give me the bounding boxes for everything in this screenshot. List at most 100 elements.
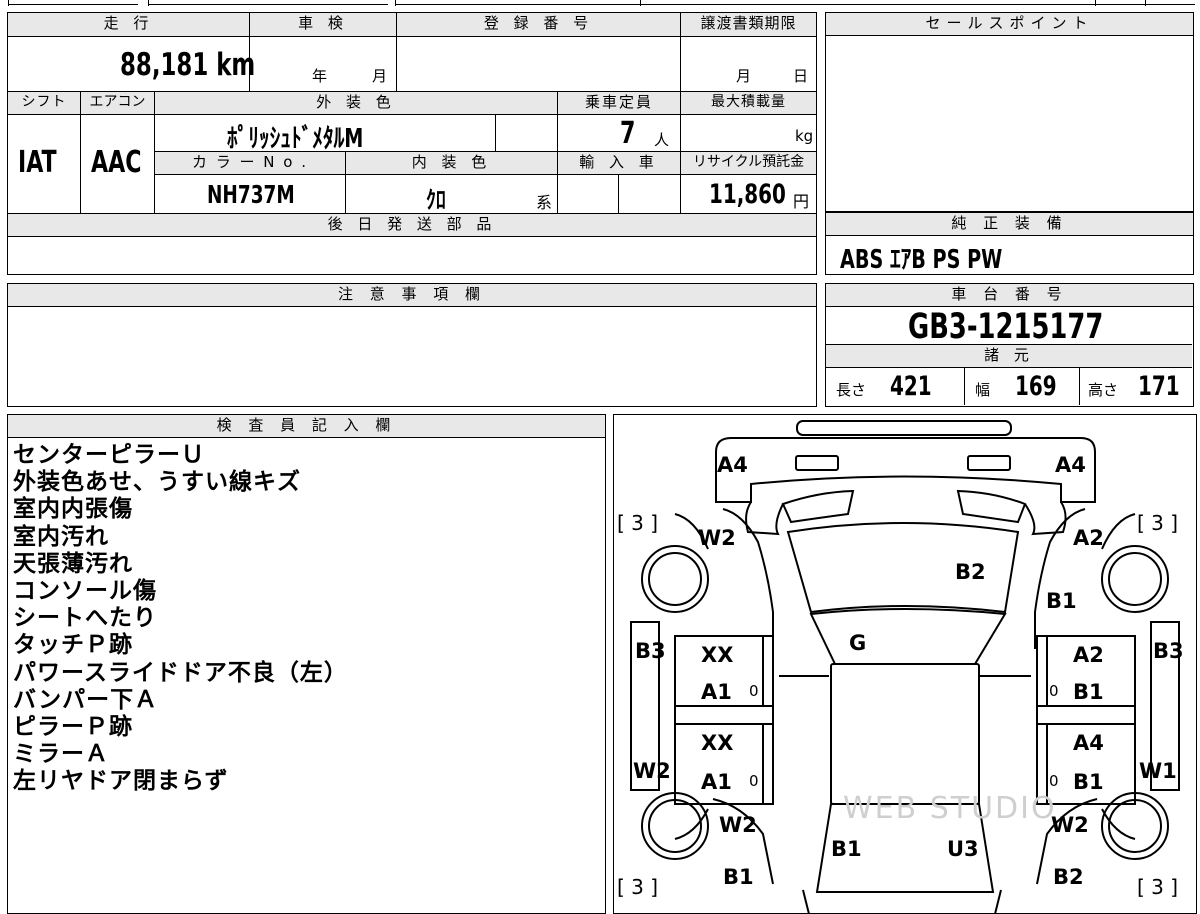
mark-w2-rear-left: W2 — [719, 813, 757, 837]
mark-w2-front-left: W2 — [698, 526, 736, 550]
recycle-label: リサイクル預託金 — [680, 151, 816, 175]
mark-b1-right-rear: B1 — [1073, 770, 1104, 794]
mark-b3-right: B3 — [1153, 639, 1184, 663]
capacity-value: 7 — [620, 116, 636, 151]
color-no-cell: NH737M — [154, 175, 345, 213]
mark-u3-rear: U3 — [947, 837, 979, 861]
mark-b2-rear-bumper-right: B2 — [1053, 865, 1084, 889]
mark-zero-rr: 0 — [1049, 772, 1059, 790]
inspection-cell: 年 月 — [249, 37, 396, 91]
aircon-cell: AAC — [80, 115, 154, 213]
mark-xx-left-front: XX — [701, 643, 733, 667]
shift-value: IAT — [18, 145, 57, 180]
transfer-deadline-cell: 月 日 — [680, 37, 816, 91]
damage-diagram: A4 A4 W2 A2 B2 B1 G B3 B3 XX A1 A2 B1 XX… — [617, 419, 1184, 914]
exterior-color-cell: ﾎﾟﾘｯｼｭﾄﾞﾒﾀﾙM — [154, 115, 495, 154]
spec-length-value: 421 — [890, 371, 932, 402]
equipment-value: ABS ｴｱB PS PW — [840, 245, 1003, 275]
tire-rear-right-tread: [ 3 ] — [1137, 875, 1178, 899]
exterior-color-label: 外 装 色 — [154, 91, 557, 115]
recycle-fee-value: 11,860 — [709, 179, 786, 210]
mark-b3-left: B3 — [635, 639, 666, 663]
mark-w2-left-side: W2 — [633, 759, 671, 783]
transfer-day-unit: 日 — [793, 67, 809, 85]
aircon-label: エアコン — [80, 91, 154, 115]
import-cell-a — [557, 175, 618, 213]
import-cell-b — [618, 175, 680, 213]
registration-label: 登 録 番 号 — [396, 13, 680, 37]
later-parts-cell — [8, 237, 816, 273]
mark-b1-rear-bumper-left: B1 — [723, 865, 754, 889]
specs-label: 諸 元 — [826, 344, 1192, 368]
mark-xx-left-rear: XX — [701, 731, 733, 755]
chassis-panel: 車 台 番 号 GB3-1215177 諸 元 長さ 421 幅 169 高さ … — [825, 283, 1194, 407]
inspector-line: 天張薄汚れ — [13, 550, 133, 577]
inspector-line: 左リヤドア閉まらず — [13, 768, 229, 795]
inspector-line: 外装色あせ、うすい線キズ — [13, 469, 301, 496]
interior-color-label: 内 装 色 — [345, 151, 557, 175]
spec-width-label: 幅 — [975, 381, 991, 399]
mark-a2-front-right: A2 — [1073, 526, 1104, 550]
spec-height: 高さ 171 — [1079, 368, 1192, 405]
inspector-label: 検 査 員 記 入 欄 — [8, 415, 605, 438]
mark-b1-right-front: B1 — [1073, 680, 1104, 704]
equipment-panel: 純 正 装 備 ABS ｴｱB PS PW — [825, 212, 1194, 275]
vehicle-info-table: 走 行 車 検 登 録 番 号 譲渡書類期限 88,181 km 年 月 月 日… — [7, 12, 817, 275]
mark-a1-left-rear: A1 — [701, 770, 732, 794]
notes-label: 注 意 事 項 欄 — [8, 284, 816, 307]
transfer-month-unit: 月 — [736, 67, 752, 85]
inspector-line: バンパー下Ａ — [13, 686, 159, 713]
top-strip: 旧 — [0, 0, 1200, 8]
chassis-label: 車 台 番 号 — [826, 284, 1193, 307]
registration-cell — [396, 37, 680, 91]
interior-color-value: ｸﾛ — [426, 186, 446, 214]
spec-height-label: 高さ — [1088, 381, 1119, 399]
inspector-line: シートへたり — [13, 605, 157, 632]
inspector-line: パワースライドドア不良（左） — [13, 659, 348, 686]
capacity-label: 乗車定員 — [557, 91, 680, 115]
capacity-unit: 人 — [654, 131, 670, 149]
spec-length: 長さ 421 — [826, 368, 964, 405]
spec-length-label: 長さ — [836, 381, 867, 399]
later-parts-label: 後 日 発 送 部 品 — [8, 213, 816, 237]
max-load-label: 最大積載量 — [680, 91, 816, 115]
sales-point-panel: セールスポイント — [825, 12, 1194, 212]
inspector-line: ミラーＡ — [13, 741, 109, 768]
inspection-label: 車 検 — [249, 13, 396, 37]
watermark: WEB STUDIO — [843, 791, 1057, 826]
mileage-label: 走 行 — [8, 13, 249, 37]
spec-width-value: 169 — [1015, 371, 1057, 402]
inspector-line: タッチＰ跡 — [13, 632, 133, 659]
mark-zero-rf: 0 — [1049, 682, 1059, 700]
tire-front-left-tread: [ 3 ] — [617, 511, 658, 535]
mark-a1-left-front: A1 — [701, 680, 732, 704]
color-no-value: NH737M — [207, 180, 295, 209]
tire-rear-left-tread: [ 3 ] — [617, 875, 658, 899]
tire-front-right-tread: [ 3 ] — [1137, 511, 1178, 535]
exterior-color-extra — [495, 115, 557, 151]
chassis-value: GB3-1215177 — [908, 307, 1104, 347]
spec-width: 幅 169 — [964, 368, 1079, 405]
mark-zero-lr: 0 — [749, 772, 759, 790]
interior-color-suffix: 系 — [536, 193, 553, 212]
inspector-line: コンソール傷 — [13, 578, 157, 605]
mark-w1-right-side: W1 — [1139, 759, 1177, 783]
import-label: 輸 入 車 — [557, 151, 680, 175]
max-load-unit: kg — [795, 127, 814, 145]
mark-zero-lf: 0 — [749, 682, 759, 700]
mark-b2-hood: B2 — [955, 560, 986, 584]
recycle-cell: 11,860 円 — [680, 175, 816, 213]
max-load-cell: kg — [680, 115, 816, 151]
mileage-value: 88,181 km — [120, 47, 256, 83]
inspection-year-unit: 年 — [312, 67, 328, 85]
damage-diagram-panel: A4 A4 W2 A2 B2 B1 G B3 B3 XX A1 A2 B1 XX… — [613, 414, 1197, 914]
mark-a4-right-rear: A4 — [1073, 731, 1104, 755]
exterior-color-value: ﾎﾟﾘｯｼｭﾄﾞﾒﾀﾙM — [227, 124, 364, 154]
inspector-panel: 検 査 員 記 入 欄 センターピラーＵ 外装色あせ、うすい線キズ 室内内張傷 室内汚… — [7, 414, 606, 914]
mark-a2-right-front: A2 — [1073, 643, 1104, 667]
shift-cell: IAT — [8, 115, 80, 213]
inspector-line: 室内汚れ — [13, 523, 109, 550]
mark-b1-rear-center: B1 — [831, 837, 862, 861]
shift-label: シフト — [8, 91, 80, 115]
recycle-unit: 円 — [793, 192, 810, 211]
